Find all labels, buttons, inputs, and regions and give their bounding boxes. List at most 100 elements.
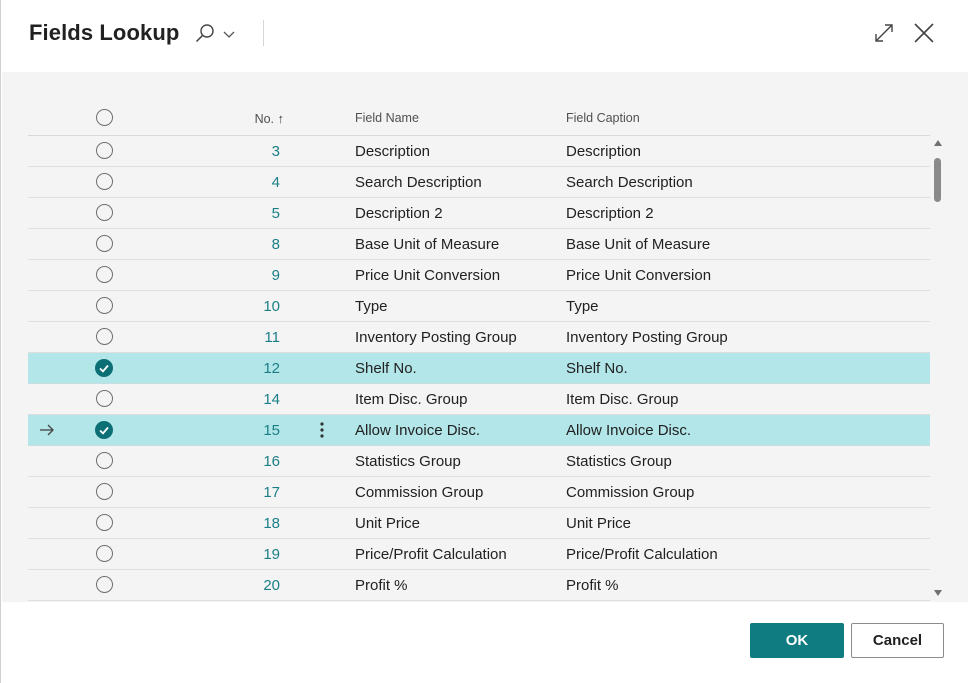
row-select-checked[interactable] [95,359,113,377]
row-select-radio[interactable] [96,483,113,500]
row-select-radio[interactable] [96,297,113,314]
cell-field-name: Price/Profit Calculation [355,546,507,563]
row-select-radio[interactable] [96,142,113,159]
cell-no[interactable]: 19 [228,539,280,569]
cell-no[interactable]: 18 [228,508,280,538]
cell-field-caption: Price/Profit Calculation [566,546,718,563]
table-row[interactable]: 3 Description Description [28,136,930,167]
row-select-radio[interactable] [96,266,113,283]
table-row[interactable]: 5 Description 2 Description 2 [28,198,930,229]
table-row[interactable]: 19 Price/Profit Calculation Price/Profit C… [28,539,930,570]
close-icon [914,23,934,43]
scroll-down-icon[interactable] [934,590,942,596]
cell-field-name: Allow Invoice Disc. [355,422,481,439]
search-button[interactable] [193,22,241,46]
cell-field-caption: Description 2 [566,205,654,222]
select-all-radio[interactable] [96,109,113,126]
cell-field-name: Search Description [355,174,482,191]
cell-field-caption: Price Unit Conversion [566,267,712,284]
cell-no[interactable]: 3 [228,136,280,166]
fields-grid: No. ↑ Field Name Field Caption 3 Descript… [28,100,930,601]
cell-no[interactable]: 16 [228,446,280,476]
cell-field-name: Type [355,298,388,315]
cell-no[interactable]: 10 [228,291,280,321]
cell-no[interactable]: 4 [228,167,280,197]
row-select-radio[interactable] [96,204,113,221]
table-row[interactable]: 15 Allow Invoice Disc. Allow Invoice Disc. [28,415,930,446]
column-header-field-name[interactable]: Field Name [355,100,555,135]
cell-field-name: Shelf No. [355,360,417,377]
table-row[interactable]: 12 Shelf No. Shelf No. [28,353,930,384]
expand-icon [875,24,893,42]
cell-field-caption: Inventory Posting Group [566,329,728,346]
dialog-title-bar: Fields Lookup [1,0,968,72]
sort-ascending-icon: ↑ [277,111,285,126]
cell-field-name: Base Unit of Measure [355,236,500,253]
cell-no[interactable]: 17 [228,477,280,507]
cell-no[interactable]: 9 [228,260,280,290]
fields-lookup-dialog: Fields Lookup No. ↑ Field Name Field Cap… [0,0,968,683]
cell-field-caption: Search Description [566,174,693,191]
table-row[interactable]: 14 Item Disc. Group Item Disc. Group [28,384,930,415]
row-select-radio[interactable] [96,173,113,190]
cell-field-name: Commission Group [355,484,484,501]
row-select-radio[interactable] [96,390,113,407]
cell-no[interactable]: 14 [228,384,280,414]
cell-field-caption: Type [566,298,599,315]
grid-header-row: No. ↑ Field Name Field Caption [28,100,930,136]
table-row[interactable]: 10 Type Type [28,291,930,322]
cancel-button[interactable]: Cancel [851,623,944,658]
row-select-radio[interactable] [96,235,113,252]
cell-field-name: Item Disc. Group [355,391,468,408]
table-row[interactable]: 11 Inventory Posting Group Inventory Posti… [28,322,930,353]
cell-field-caption: Description [566,143,642,160]
cell-field-name: Description 2 [355,205,443,222]
cell-field-caption: Shelf No. [566,360,628,377]
title-divider [263,20,264,46]
row-select-checked[interactable] [95,421,113,439]
cell-no[interactable]: 20 [228,570,280,600]
column-header-no[interactable]: No. ↑ [224,100,284,135]
cell-field-caption: Commission Group [566,484,695,501]
lookup-content-area: No. ↑ Field Name Field Caption 3 Descript… [2,72,968,602]
row-select-radio[interactable] [96,576,113,593]
ok-button[interactable]: OK [750,623,844,658]
expand-button[interactable] [872,21,896,45]
column-header-no-label: No. [254,112,275,126]
cell-field-caption: Base Unit of Measure [566,236,711,253]
scroll-thumb[interactable] [934,158,941,202]
row-select-radio[interactable] [96,452,113,469]
grid-scrollbar[interactable] [930,134,946,602]
cell-field-caption: Unit Price [566,515,632,532]
table-row[interactable]: 17 Commission Group Commission Group [28,477,930,508]
cell-no[interactable]: 11 [228,322,280,352]
close-button[interactable] [911,20,937,46]
cell-no[interactable]: 12 [228,353,280,383]
table-row[interactable]: 9 Price Unit Conversion Price Unit Convers… [28,260,930,291]
column-header-field-caption[interactable]: Field Caption [566,100,866,135]
table-row[interactable]: 8 Base Unit of Measure Base Unit of Measur… [28,229,930,260]
row-select-radio[interactable] [96,545,113,562]
cell-no[interactable]: 5 [228,198,280,228]
row-select-radio[interactable] [96,514,113,531]
cell-field-name: Description [355,143,431,160]
table-row[interactable]: 16 Statistics Group Statistics Group [28,446,930,477]
table-row[interactable]: 18 Unit Price Unit Price [28,508,930,539]
cell-field-name: Unit Price [355,515,421,532]
cell-field-caption: Allow Invoice Disc. [566,422,692,439]
scroll-up-icon[interactable] [934,140,942,146]
dialog-title: Fields Lookup [29,20,180,45]
cell-no[interactable]: 15 [228,415,280,445]
cell-field-caption: Item Disc. Group [566,391,679,408]
table-row[interactable]: 20 Profit % Profit % [28,570,930,601]
more-vertical-icon[interactable] [314,415,330,445]
cell-field-name: Price Unit Conversion [355,267,501,284]
cell-field-name: Statistics Group [355,453,461,470]
row-select-radio[interactable] [96,328,113,345]
cell-no[interactable]: 8 [228,229,280,259]
cell-field-name: Profit % [355,577,408,594]
arrow-right-icon [38,415,64,445]
table-row[interactable]: 4 Search Description Search Description [28,167,930,198]
cell-field-caption: Statistics Group [566,453,672,470]
search-icon [195,24,235,43]
